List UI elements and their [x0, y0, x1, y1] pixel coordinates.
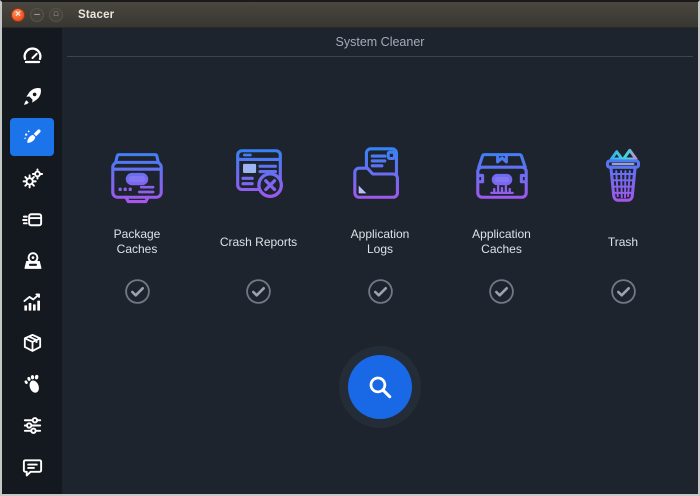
package-caches-checkbox[interactable]	[124, 278, 151, 305]
sidebar	[2, 28, 62, 494]
sidebar-item-startup-apps[interactable]	[10, 77, 54, 115]
sliders-icon	[23, 417, 41, 435]
titlebar: × – □ Stacer	[2, 2, 698, 28]
processes-icon	[21, 213, 42, 227]
search-icon	[369, 376, 392, 399]
crash-reports-checkbox[interactable]	[245, 278, 272, 305]
minimize-button[interactable]: –	[30, 7, 44, 22]
sidebar-item-system-cleaner[interactable]	[10, 118, 54, 157]
item-label: Trash	[607, 234, 639, 249]
page-header: System Cleaner	[67, 28, 693, 57]
chat-bubble-icon	[22, 459, 42, 477]
window-title: Stacer	[78, 8, 115, 21]
stacer-window: × – □ Stacer System Cleaner Package Cach…	[0, 0, 700, 496]
broom-icon	[23, 129, 41, 143]
cleaner-items-row: Package Caches Crash Reports Application…	[62, 143, 698, 305]
close-button[interactable]: ×	[11, 7, 25, 22]
sidebar-item-gnome-settings[interactable]	[10, 366, 54, 404]
cleaner-item-application-caches: Application Caches	[443, 143, 561, 305]
package-box-icon	[23, 333, 41, 352]
cleaner-item-crash-reports: Crash Reports	[200, 143, 318, 305]
sidebar-item-helpers[interactable]	[10, 324, 54, 362]
application-caches-checkbox[interactable]	[488, 278, 515, 305]
item-label: Application Logs	[350, 227, 410, 256]
sidebar-item-uninstaller[interactable]	[10, 242, 54, 280]
application-caches-icon	[475, 153, 528, 199]
gears-icon	[22, 168, 43, 189]
sidebar-item-feedback[interactable]	[10, 448, 54, 486]
gauge-icon	[23, 47, 41, 63]
trash-checkbox[interactable]	[610, 278, 637, 305]
rocket-icon	[23, 87, 41, 105]
item-label: Application Caches	[472, 227, 531, 256]
sidebar-item-services[interactable]	[10, 160, 54, 198]
cleaner-item-trash: Trash	[564, 143, 682, 305]
trash-icon	[605, 148, 641, 202]
application-logs-checkbox[interactable]	[367, 278, 394, 305]
gnome-foot-icon	[24, 374, 39, 393]
minimize-icon: –	[34, 8, 40, 20]
disc-box-icon	[24, 252, 41, 270]
package-caches-icon	[111, 153, 163, 204]
cleaner-item-application-logs: Application Logs	[321, 143, 439, 305]
sidebar-item-resources[interactable]	[10, 283, 54, 321]
item-label: Package Caches	[113, 227, 161, 256]
sidebar-item-processes[interactable]	[10, 201, 54, 239]
chart-icon	[22, 293, 40, 311]
maximize-icon: □	[53, 11, 59, 18]
sidebar-item-dashboard[interactable]	[10, 36, 54, 74]
sidebar-item-settings[interactable]	[10, 407, 54, 445]
system-cleaner-page: System Cleaner Package Caches Crash Repo…	[62, 28, 698, 494]
application-logs-icon	[353, 147, 399, 199]
crash-reports-icon	[235, 149, 283, 199]
scan-button[interactable]	[348, 355, 412, 419]
page-title: System Cleaner	[335, 35, 425, 49]
item-label: Crash Reports	[219, 234, 298, 249]
maximize-button[interactable]: □	[49, 7, 63, 22]
close-icon: ×	[15, 8, 21, 20]
cleaner-item-package-caches: Package Caches	[78, 143, 196, 305]
